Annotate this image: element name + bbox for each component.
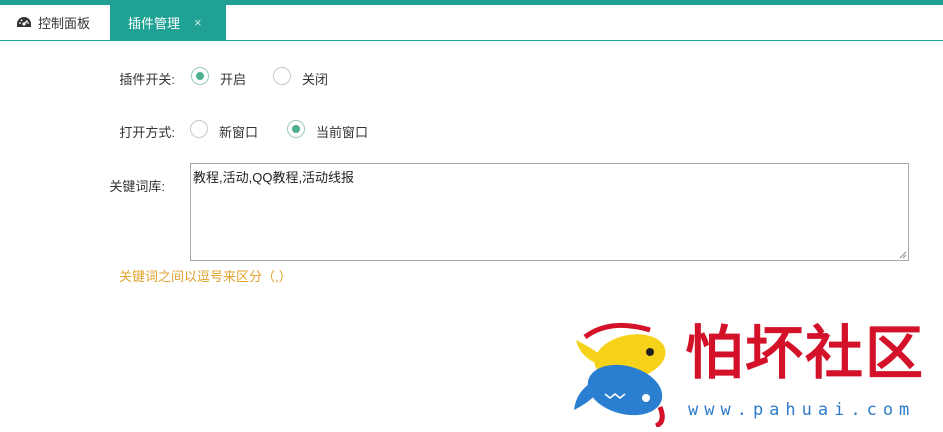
keywords-value: 教程,活动,QQ教程,活动线报 [193,170,355,185]
tab-plugin-management[interactable]: 插件管理 × [110,5,226,40]
keywords-hint: 关键词之间以逗号来区分（,） [119,269,292,284]
plugin-switch-on-label[interactable]: 开启 [220,69,246,88]
tab-dashboard[interactable]: 控制面板 [0,5,110,40]
tab-plugin-label: 插件管理 [128,16,181,31]
keywords-label: 关键词库: [109,179,165,194]
open-mode-label: 打开方式: [119,125,175,140]
close-icon[interactable]: × [194,16,202,29]
plugin-switch-label: 插件开关: [119,72,175,87]
open-mode-new-window-radio[interactable] [190,120,208,138]
tab-bar: 控制面板 插件管理 × [0,5,943,41]
resize-handle-icon[interactable] [899,251,907,259]
watermark-title: 怕坏社区 [685,319,926,387]
plugin-switch-on-radio[interactable] [191,67,209,85]
watermark-logo: 怕坏社区 www.pahuai.com [570,319,930,429]
keywords-textarea[interactable]: 教程,活动,QQ教程,活动线报 [190,163,909,261]
plugin-switch-off-label[interactable]: 关闭 [302,69,328,88]
plugin-switch-off-radio[interactable] [273,67,291,85]
watermark-url: www.pahuai.com [688,400,916,420]
content-gutter [0,41,100,431]
open-mode-current-window-radio[interactable] [287,120,305,138]
fish-logo-icon [574,322,666,429]
open-mode-new-window-label[interactable]: 新窗口 [219,122,258,141]
dashboard-icon [16,16,32,29]
open-mode-current-window-label[interactable]: 当前窗口 [316,122,368,141]
tab-dashboard-label: 控制面板 [38,16,91,31]
